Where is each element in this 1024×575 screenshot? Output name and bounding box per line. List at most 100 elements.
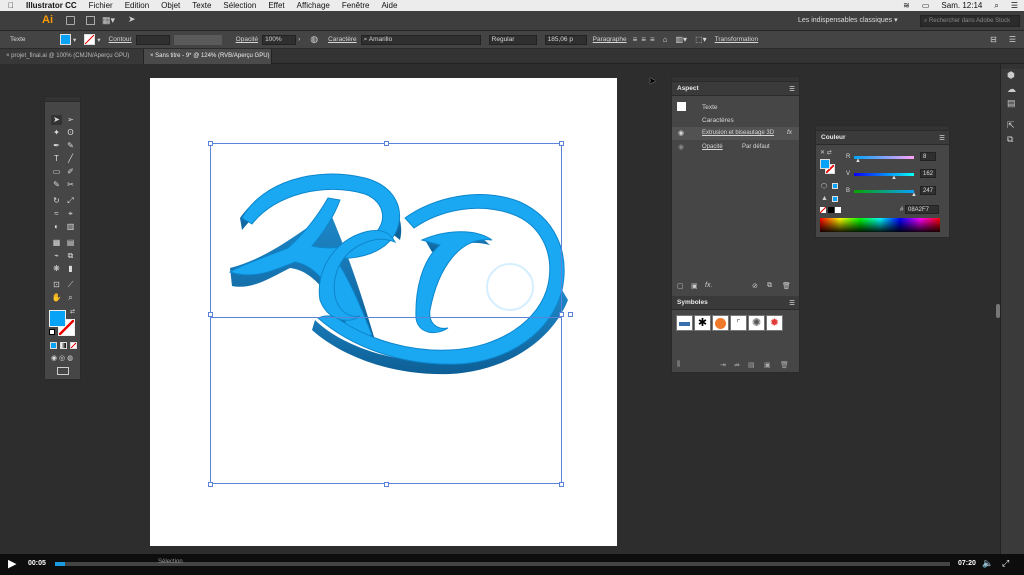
black-swatch[interactable] bbox=[828, 207, 834, 213]
break-link-icon[interactable]: ⇏ bbox=[734, 361, 740, 369]
visibility-eye-icon[interactable]: ◉ bbox=[678, 129, 684, 137]
envelope-icon[interactable]: ⌂ bbox=[663, 35, 668, 44]
fill-color-swatch[interactable] bbox=[49, 310, 66, 327]
artboard-tool-icon[interactable]: ⊡ bbox=[51, 280, 62, 290]
none-mode-icon[interactable] bbox=[70, 342, 77, 349]
r-value-field[interactable]: 8 bbox=[920, 152, 936, 161]
symbol-sprayer-tool-icon[interactable]: ❋ bbox=[51, 264, 62, 274]
arrange-docs-icon[interactable] bbox=[86, 16, 95, 25]
panel-menu-icon[interactable]: ☰ bbox=[939, 134, 945, 142]
chevron-down-icon[interactable]: ▾ bbox=[73, 36, 76, 44]
fx-icon[interactable]: fx bbox=[787, 129, 792, 136]
isolate-icon[interactable]: ⊟ bbox=[990, 35, 997, 44]
trash-icon[interactable]: 🗑 bbox=[780, 361, 789, 369]
direct-selection-tool-icon[interactable]: ➢ bbox=[65, 115, 76, 125]
aspect-extrusion-row[interactable]: ◉ Extrusion et biseautage 3D fx bbox=[672, 127, 799, 140]
stroke-label[interactable]: Contour bbox=[109, 36, 132, 43]
fill-swatch[interactable] bbox=[60, 34, 71, 45]
symbol-swatch[interactable] bbox=[676, 315, 693, 331]
spotlight-icon[interactable]: ⌕ bbox=[988, 1, 1004, 11]
r-slider-thumb[interactable]: ▲ bbox=[855, 158, 861, 164]
libraries-icon[interactable]: ☁ bbox=[1007, 84, 1016, 95]
symbol-swatch[interactable]: ✹ bbox=[766, 315, 783, 331]
handle-top-left[interactable] bbox=[208, 141, 213, 146]
slice-tool-icon[interactable]: ⟋ bbox=[65, 280, 76, 290]
gradient-mode-icon[interactable] bbox=[60, 342, 67, 349]
add-effect-icon[interactable]: fx. bbox=[705, 282, 712, 289]
panel-menu-icon[interactable]: ☰ bbox=[789, 299, 795, 307]
menu-edition[interactable]: Edition bbox=[119, 1, 155, 10]
paragraph-label[interactable]: Paragraphe bbox=[593, 36, 627, 43]
battery-icon[interactable]: ▭ bbox=[916, 1, 936, 10]
stroke-profile[interactable] bbox=[173, 34, 222, 45]
opacity-field[interactable]: 100% bbox=[262, 34, 297, 45]
recolor-icon[interactable]: ◍ bbox=[310, 34, 318, 45]
bridge-icon[interactable] bbox=[66, 16, 75, 25]
apple-menu-icon[interactable]:  bbox=[0, 1, 20, 10]
gradient-tool-icon[interactable]: ▤ bbox=[65, 238, 76, 248]
pen-tool-icon[interactable]: ✒ bbox=[51, 141, 62, 151]
stroke-swatch[interactable] bbox=[84, 34, 96, 45]
align-left-icon[interactable]: ≡ bbox=[633, 35, 638, 44]
visibility-eye-icon[interactable]: ◉ bbox=[678, 143, 684, 151]
perspective-grid-tool-icon[interactable]: ▥ bbox=[65, 222, 76, 232]
tab-sans-titre[interactable]: × Sans titre - 9* @ 124% (RVB/Aperçu GPU… bbox=[144, 49, 272, 64]
tab-projet-final[interactable]: × projet_final.ai @ 100% (CMJN/Aperçu GP… bbox=[0, 49, 144, 64]
paintbrush-tool-icon[interactable]: ✐ bbox=[65, 167, 76, 177]
v-slider[interactable] bbox=[854, 173, 914, 176]
draw-mode-icon[interactable]: ◉ ◎ ◍ bbox=[51, 354, 73, 362]
font-size-field[interactable]: 185,06 p bbox=[544, 34, 587, 45]
font-style-field[interactable]: Regular bbox=[488, 34, 537, 45]
align-right-icon[interactable]: ≡ bbox=[650, 35, 655, 44]
warp-tool-icon[interactable]: ≈ bbox=[51, 209, 62, 219]
aspect-characters-row[interactable]: Caractères bbox=[702, 117, 734, 124]
opacity-label[interactable]: Opacité bbox=[236, 36, 258, 43]
handle-top-mid[interactable] bbox=[384, 141, 389, 146]
transform-label[interactable]: Transformation bbox=[715, 36, 758, 43]
hand-tool-icon[interactable]: ✋ bbox=[51, 293, 62, 303]
scale-tool-icon[interactable]: ⤢ bbox=[65, 196, 76, 206]
transform-again-icon[interactable]: ▥▾ bbox=[675, 35, 687, 44]
clock[interactable]: Sam. 12:14 bbox=[935, 1, 988, 10]
couleur-panel-title[interactable]: Couleur bbox=[821, 134, 846, 141]
menu-selection[interactable]: Sélection bbox=[217, 1, 262, 10]
menu-affichage[interactable]: Affichage bbox=[291, 1, 336, 10]
menu-fichier[interactable]: Fichier bbox=[83, 1, 119, 10]
gamut-warning-icon[interactable]: ▲ bbox=[821, 195, 828, 202]
handle-right-extra[interactable] bbox=[568, 312, 573, 317]
lasso-tool-icon[interactable]: ʘ bbox=[65, 128, 76, 138]
couleur-fill-swatch[interactable] bbox=[820, 159, 830, 169]
send-icon[interactable]: ➤ bbox=[128, 14, 136, 25]
align-objects-icon[interactable]: ⬚▾ bbox=[695, 35, 707, 44]
handle-mid-right[interactable] bbox=[559, 312, 564, 317]
new-symbol-icon[interactable]: ▣ bbox=[764, 361, 771, 369]
extrusion-effect-link[interactable]: Extrusion et biseautage 3D bbox=[702, 130, 774, 136]
aspect-dock-icon[interactable]: ▤ bbox=[1007, 98, 1016, 109]
free-transform-tool-icon[interactable]: ⌖ bbox=[65, 209, 76, 219]
scissors-tool-icon[interactable]: ✂ bbox=[65, 180, 76, 190]
dock-grip[interactable] bbox=[1001, 64, 1024, 69]
new-fill-icon[interactable]: ▢ bbox=[677, 282, 684, 290]
gamut-swatch[interactable] bbox=[832, 196, 838, 202]
b-slider[interactable] bbox=[854, 190, 914, 193]
progress-track[interactable] bbox=[55, 562, 950, 566]
menu-aide[interactable]: Aide bbox=[375, 1, 403, 10]
handle-bottom-left[interactable] bbox=[208, 482, 213, 487]
shape-builder-tool-icon[interactable]: ◐ bbox=[51, 222, 62, 232]
hex-value-field[interactable]: 08A2F7 bbox=[905, 205, 939, 214]
handle-bottom-mid[interactable] bbox=[384, 482, 389, 487]
symbol-swatch[interactable] bbox=[712, 315, 729, 331]
color-mode-icon[interactable] bbox=[50, 342, 57, 349]
aspect-opacity-row[interactable]: ◉ Opacité Par défaut bbox=[672, 141, 799, 153]
character-label[interactable]: Caractère bbox=[328, 36, 357, 43]
rectangle-tool-icon[interactable]: ▭ bbox=[51, 167, 62, 177]
out-of-web-icon[interactable]: ⬡ bbox=[821, 182, 827, 190]
clear-appearance-icon[interactable]: ⊘ bbox=[752, 282, 758, 290]
symbol-swatch[interactable]: ⌜ bbox=[730, 315, 747, 331]
curvature-tool-icon[interactable]: ✎ bbox=[65, 141, 76, 151]
shaper-tool-icon[interactable]: ✎ bbox=[51, 180, 62, 190]
app-menu[interactable]: Illustrator CC bbox=[20, 1, 83, 10]
menu-fenetre[interactable]: Fenêtre bbox=[336, 1, 376, 10]
volume-icon[interactable]: 🔈 bbox=[982, 558, 993, 569]
chevron-right-icon[interactable]: › bbox=[298, 36, 300, 43]
